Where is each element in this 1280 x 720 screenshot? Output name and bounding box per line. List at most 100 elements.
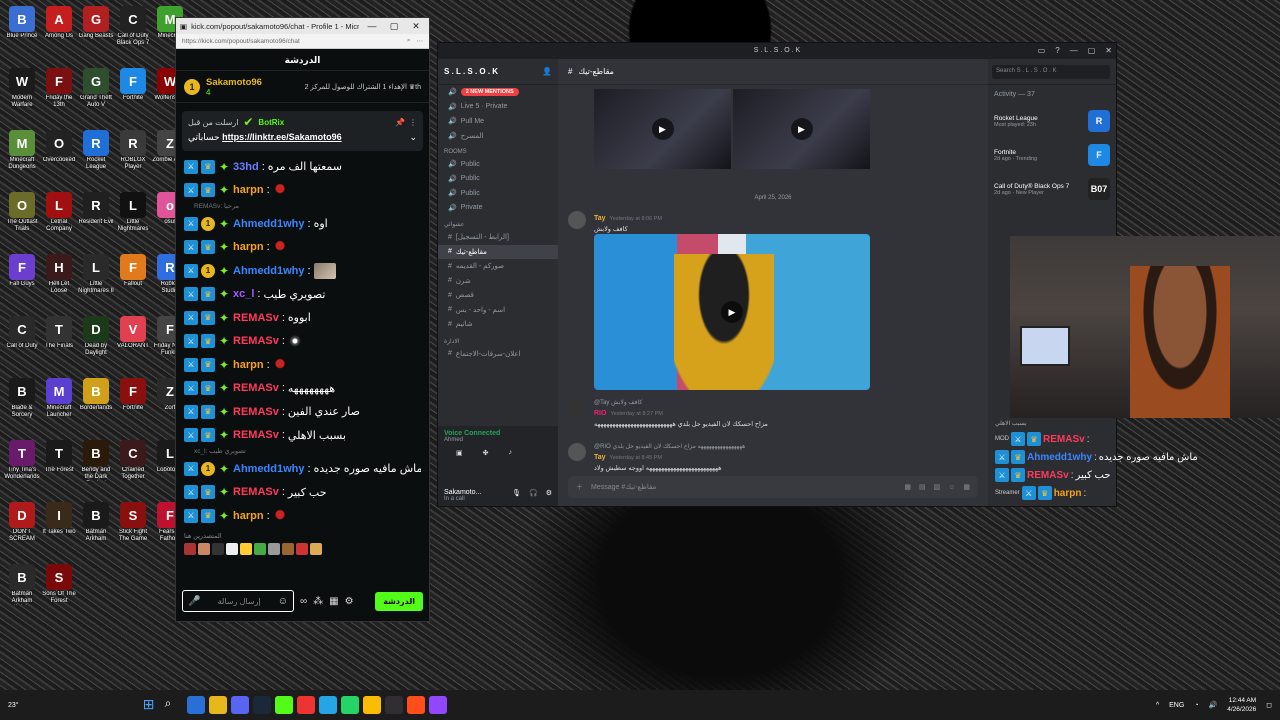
emote-icon[interactable] [282,542,294,555]
play-icon[interactable]: ▶ [721,301,743,323]
desktop-shortcut[interactable]: C Chained Together [115,440,151,481]
message-composer[interactable]: ＋ Message #مقاطع-تيك ▦ ▤ ▧ ☺ ▦ [568,476,978,498]
play-icon[interactable]: ▶ [651,118,674,140]
user-name[interactable]: Sakamoto... [444,489,481,496]
desktop-shortcut[interactable]: V VALORANT [115,316,151,357]
message-author[interactable]: Tay [594,454,606,461]
notification-icon[interactable]: ◻ [1266,701,1272,709]
desktop-shortcut[interactable]: M Minecraft Dungeons [4,130,40,171]
desktop-shortcut[interactable]: F Fortnite [115,68,151,109]
emote-icon[interactable] [254,542,266,555]
emote-icon[interactable] [272,240,287,255]
close-icon[interactable]: ✕ [1105,43,1112,59]
chevron-down-icon[interactable]: ⌄ [409,132,417,143]
maximize-icon[interactable]: ▢ [385,21,403,32]
channel-item[interactable]: 🔊 Public [438,157,558,172]
channel-item[interactable]: 🔊 المسرح [438,129,558,144]
desktop-shortcut[interactable]: F Fallout [115,254,151,295]
desktop-shortcut[interactable]: T Tiny Tina's Wonderlands [4,440,40,481]
desktop-shortcut[interactable]: BBatman Arkham Knight [4,564,40,605]
windows-start-icon[interactable]: ⊞ [143,696,161,714]
admin-category[interactable]: الادارة [438,332,558,347]
emote-icon[interactable] [313,262,336,279]
avatar[interactable] [568,399,586,417]
desktop-shortcut[interactable]: F Fall Guys [4,254,40,295]
chat-username[interactable]: REMASv [233,429,279,441]
plus-icon[interactable]: ＋ [576,482,583,492]
desktop-shortcut[interactable]: B Blue Prince [4,6,40,47]
gift-icon[interactable]: ▦ [904,483,911,491]
search-icon[interactable]: ⌕ [165,696,183,714]
desktop-shortcut[interactable]: T The Forest [41,440,77,481]
channel-item[interactable]: # اسم - واحد - بس [438,303,558,318]
play-icon[interactable]: ▶ [790,118,813,140]
points-icon[interactable]: ⁂ [313,596,323,607]
chat-username[interactable]: harpn [233,241,264,253]
channel-item[interactable]: 🔊 Public [438,186,558,201]
desktop-shortcut[interactable]: H Hell Let Loose [41,254,77,295]
message-author[interactable]: Tay [594,215,606,222]
chat-username[interactable]: harpn [233,359,264,371]
activity-card[interactable]: Fortnite 2d ago · Trending F [994,140,1110,170]
camera-icon[interactable]: ▣ [456,449,463,457]
channel-item[interactable]: 🔊 Live 5 · Private [438,100,558,115]
desktop-shortcut[interactable]: G Gang Beasts [78,6,114,47]
rooms-category[interactable]: ROOMS [438,143,558,157]
streamer-name[interactable]: Sakamoto96 [206,77,262,88]
reply-reference[interactable]: @Tay كافف ولابش [594,399,768,406]
tray-chevron-icon[interactable]: ^ [1156,702,1159,709]
desktop-shortcut[interactable]: S Stick Fight The Game [115,502,151,543]
maximize-icon[interactable]: ▢ [1088,43,1096,59]
minimize-icon[interactable]: — [363,21,381,31]
kick-icon[interactable] [274,696,293,714]
emote-icon[interactable] [272,508,287,523]
chat-username[interactable]: REMASv [233,486,279,498]
infinity-icon[interactable]: ∞ [300,596,307,607]
desktop-shortcut[interactable]: B Blade & Sorcery [4,378,40,419]
twitch-icon[interactable] [428,696,447,714]
emoji-icon[interactable]: ☺ [278,596,288,607]
activity-card[interactable]: Rocket League Most played: 23h R [994,106,1110,136]
chat-username[interactable]: REMASv [233,406,279,418]
activity-card[interactable]: Call of Duty® Black Ops 7 2d ago · New Pl… [994,174,1110,204]
desktop-shortcut[interactable]: D Dead by Daylight [78,316,114,357]
emoji-icon[interactable]: ☺ [948,484,955,491]
chat-username[interactable]: harpn [233,184,264,196]
pinned-bot-name[interactable]: BotRix [258,118,284,127]
headphones-icon[interactable]: 🎧 [529,489,538,502]
desktop-shortcut[interactable]: L Little Nightmares II [78,254,114,295]
weather-widget[interactable]: 23° [8,702,19,709]
file-explorer-icon[interactable] [208,696,227,714]
channel-item[interactable]: # مقاطع-تيك [438,244,558,259]
emote-icon[interactable] [198,542,210,555]
clock[interactable]: 12:44 AM 4/26/2026 [1227,696,1256,714]
sticker-icon[interactable]: ▧ [934,483,941,491]
channel-item[interactable]: # قصص [438,288,558,303]
desktop-shortcut[interactable]: B Borderlands [78,378,114,419]
store-icon[interactable]: ▦ [329,596,338,607]
desktop-shortcut[interactable]: I It Takes Two [41,502,77,543]
message-author[interactable]: RIO [594,410,606,417]
desktop-shortcut[interactable]: F Fortnite [115,378,151,419]
channel-item[interactable]: # شاتيم [438,317,558,332]
wifi-icon[interactable]: ◔ [1194,702,1198,709]
pin-icon[interactable]: 📌 [395,118,405,127]
emote-icon[interactable] [212,542,224,555]
desktop-shortcut[interactable]: L Lethal Company [41,192,77,233]
close-icon[interactable]: ✕ [407,21,425,32]
app-icon[interactable] [296,696,315,714]
desktop-shortcut[interactable]: R Rocket League [78,130,114,171]
send-chat-button[interactable]: الدردشة [375,591,423,611]
chat-username[interactable]: REMASv [233,312,279,324]
avatar[interactable] [568,211,586,229]
desktop-shortcut[interactable]: R ROBLOX Player [115,130,151,171]
pinned-more-icon[interactable]: ⋮ [409,118,417,127]
channel-item[interactable]: 🔊 Private [438,201,558,216]
whatsapp-icon[interactable] [340,696,359,714]
obs-icon[interactable] [384,696,403,714]
desktop-shortcut[interactable]: F Friday the 13th [41,68,77,109]
chat-username[interactable]: 33hd [233,161,259,173]
chat-username[interactable]: xc_l [233,288,254,300]
brave-icon[interactable] [406,696,425,714]
volume-icon[interactable]: 🔊 [1209,701,1218,709]
